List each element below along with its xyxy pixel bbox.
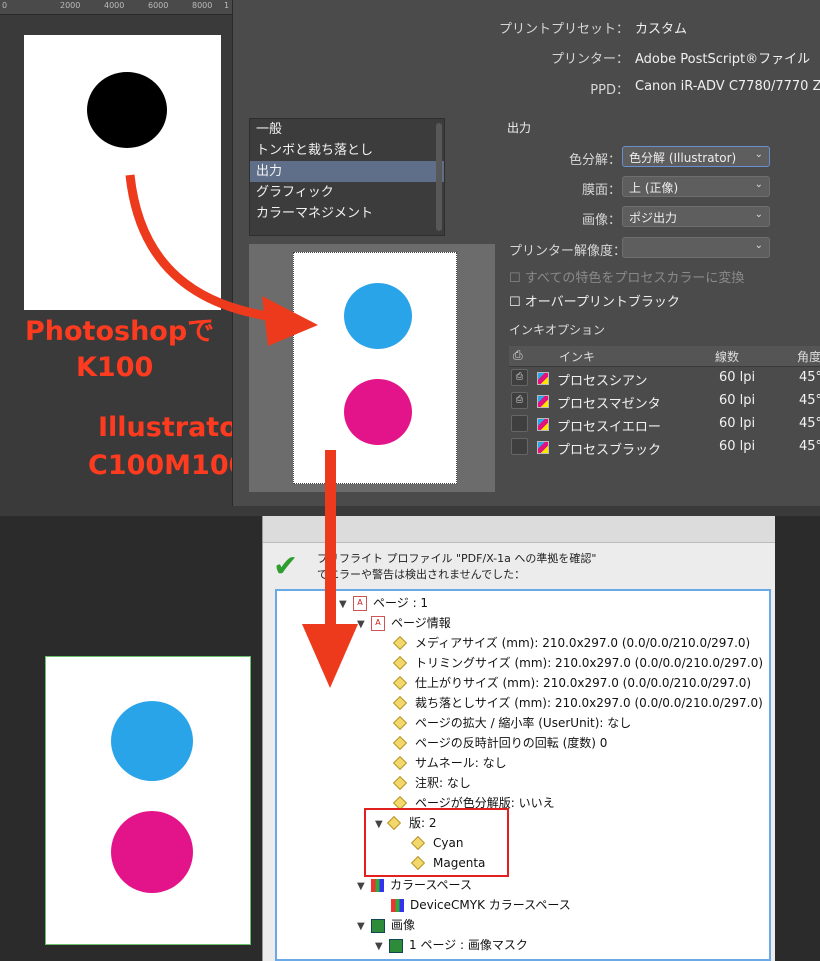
arrow-head [262,296,318,346]
arrow-head [302,624,358,688]
arrow-shaft [325,450,336,630]
arrow-curve [125,174,269,321]
arrows-overlay [125,174,358,688]
